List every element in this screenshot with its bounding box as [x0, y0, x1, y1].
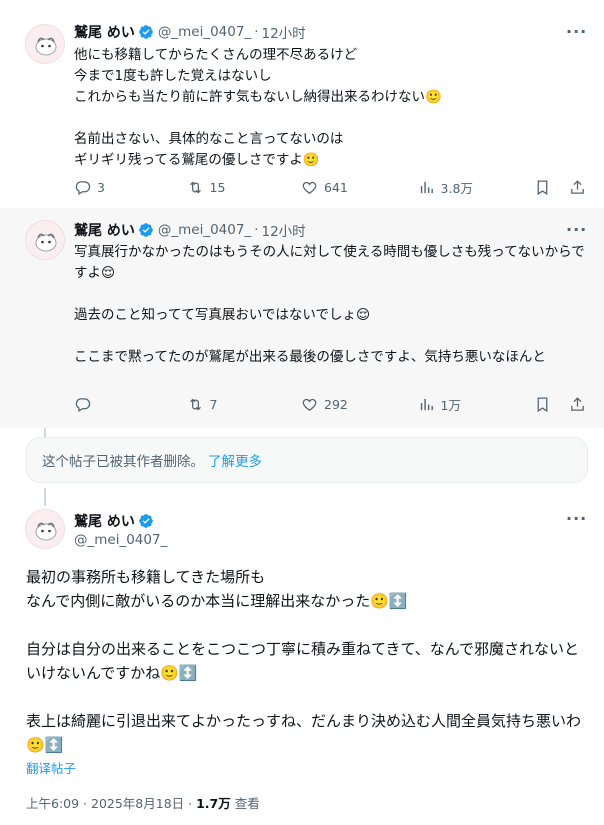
translate-post-link[interactable]: 翻译帖子	[26, 758, 76, 777]
post-timestamp[interactable]: 上午6:09 · 2025年8月18日 ·	[26, 796, 196, 811]
avatar[interactable]	[25, 509, 65, 549]
like-button[interactable]: 641	[301, 179, 417, 196]
post-metadata: 上午6:09 · 2025年8月18日 · 1.7万 查看	[26, 793, 260, 812]
thread-tweet[interactable]: 鷲尾 めい @_mei_0407_ · 12小时 ··· 他にも移籍してからたく…	[0, 0, 604, 208]
like-count: 292	[324, 396, 348, 412]
post-views-label: 查看	[230, 796, 260, 811]
repost-icon	[189, 181, 201, 193]
views-icon	[420, 181, 433, 193]
reply-icon	[75, 397, 91, 412]
reply-count: 3	[97, 179, 105, 195]
bookmark-icon	[537, 396, 548, 412]
verified-badge-icon	[139, 223, 153, 237]
thread-tweet[interactable]: 鷲尾 めい @_mei_0407_ · 12小时 ··· 写真展行かなかったのは…	[0, 208, 604, 428]
repost-button[interactable]: 7	[187, 396, 302, 413]
tweet-text: 他にも移籍してからたくさんの理不尽あるけど 今まで1度も許した覚えはないし これ…	[74, 47, 442, 168]
reply-button[interactable]: 3	[74, 179, 187, 196]
views-icon	[420, 398, 433, 410]
deleted-notice-text: 这个帖子已被其作者删除。	[42, 454, 204, 470]
verified-badge-icon	[139, 514, 153, 528]
author-handle[interactable]: @_mei_0407_	[74, 532, 167, 548]
views-button[interactable]: 3.8万	[418, 178, 534, 197]
share-button[interactable]	[569, 179, 586, 196]
views-count: 1万	[440, 397, 461, 413]
repost-count: 7	[209, 396, 218, 412]
post-views-count: 1.7万	[196, 796, 231, 811]
avatar[interactable]	[25, 24, 65, 64]
thread-line	[44, 488, 46, 506]
timestamp[interactable]: 12小时	[262, 220, 306, 240]
share-icon	[571, 179, 584, 194]
like-button[interactable]: 292	[301, 396, 417, 413]
author-name[interactable]: 鷲尾 めい	[74, 22, 135, 42]
views-count: 3.8万	[440, 180, 473, 196]
bookmark-button[interactable]	[534, 396, 551, 413]
learn-more-link[interactable]: 了解更多	[208, 450, 262, 470]
repost-icon	[189, 398, 201, 410]
share-button[interactable]	[569, 396, 586, 413]
reply-button[interactable]	[74, 396, 187, 413]
main-tweet-text: 最初の事務所も移籍してきた場所も なんで内側に敵がいるのか本当に理解出来なかった…	[26, 568, 582, 754]
deleted-post-notice: 这个帖子已被其作者删除。 了解更多	[26, 437, 588, 483]
repost-button[interactable]: 15	[187, 179, 302, 196]
action-bar: 7 292 1万	[74, 394, 586, 414]
separator-dot: ·	[254, 222, 259, 238]
bookmark-button[interactable]	[534, 179, 551, 196]
tweet-header: 鷲尾 めい @_mei_0407_ · 12小时	[74, 22, 306, 42]
author-name[interactable]: 鷲尾 めい	[74, 220, 135, 240]
repost-count: 15	[209, 179, 226, 195]
author-handle[interactable]: @_mei_0407_	[158, 24, 251, 40]
avatar[interactable]	[25, 220, 65, 260]
more-icon[interactable]: ···	[566, 24, 586, 43]
author-handle[interactable]: @_mei_0407_	[158, 222, 251, 238]
timestamp[interactable]: 12小时	[262, 22, 306, 42]
bookmark-icon	[537, 179, 548, 195]
tweet-header: 鷲尾 めい @_mei_0407_ · 12小时	[74, 220, 306, 240]
verified-badge-icon	[139, 25, 153, 39]
reply-icon	[75, 180, 91, 195]
action-bar: 3 15 641 3.8万	[74, 177, 586, 197]
separator-dot: ·	[254, 24, 259, 40]
main-tweet-header: 鷲尾 めい @_mei_0407_	[74, 511, 167, 548]
like-count: 641	[324, 179, 348, 195]
more-icon[interactable]: ···	[566, 222, 586, 241]
share-icon	[571, 396, 584, 411]
more-icon[interactable]: ···	[566, 511, 586, 530]
views-button[interactable]: 1万	[418, 395, 534, 414]
like-icon	[302, 181, 317, 194]
like-icon	[302, 398, 317, 411]
tweet-text: 写真展行かなかったのはもうその人に対して使える時間も優しさも残ってないからですよ…	[74, 244, 585, 365]
author-name[interactable]: 鷲尾 めい	[74, 511, 135, 531]
